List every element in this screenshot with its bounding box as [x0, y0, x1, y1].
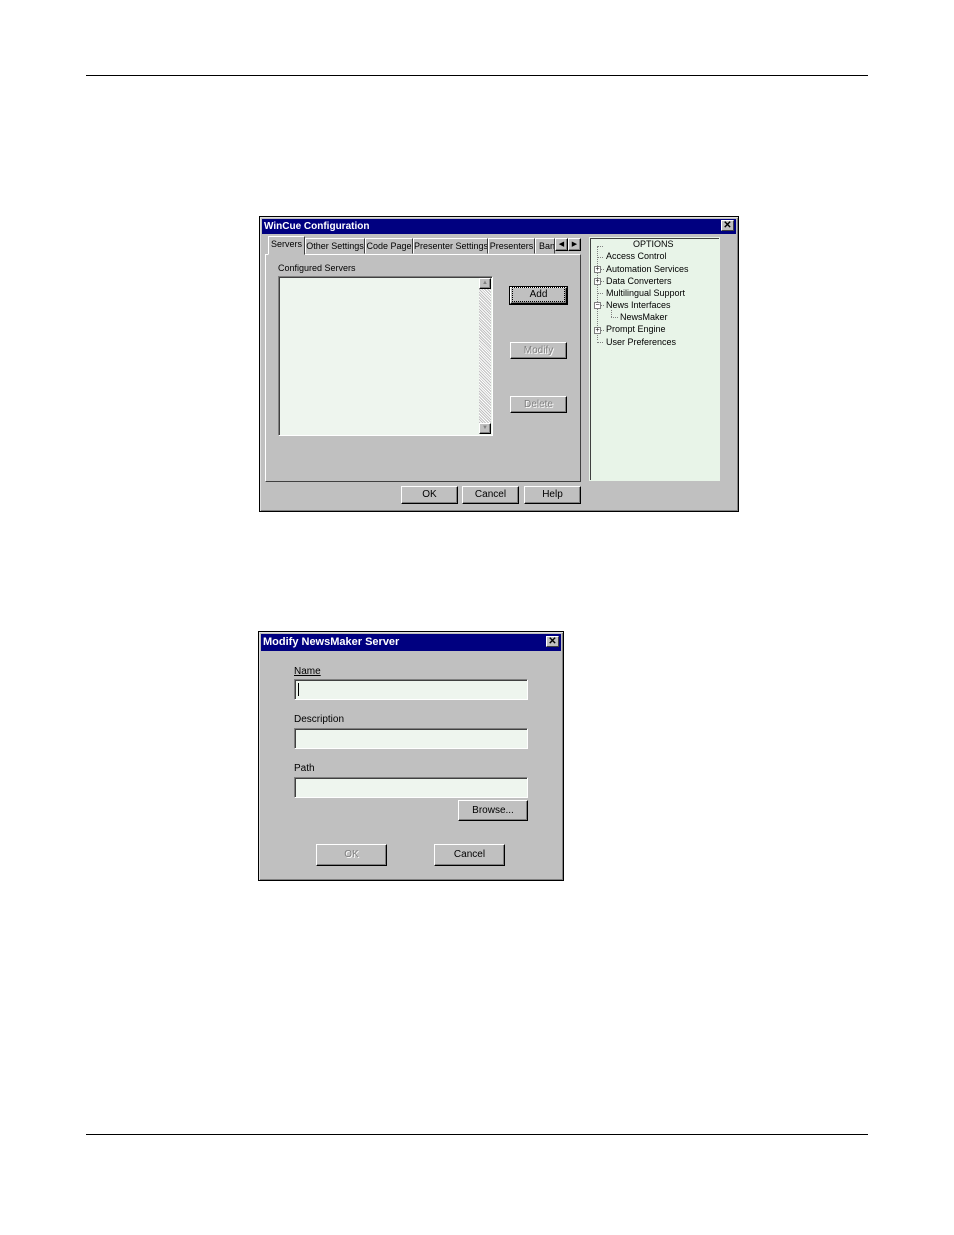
name-field[interactable]	[294, 679, 528, 700]
text-cursor	[298, 683, 299, 696]
cancel-label: Cancel	[474, 489, 507, 500]
configured-servers-label: Configured Servers	[278, 263, 356, 273]
path-field[interactable]	[294, 777, 528, 798]
ok-label: OK	[344, 849, 359, 860]
expand-icon[interactable]: +	[594, 266, 601, 273]
close-icon: ✕	[548, 636, 557, 647]
ok-button[interactable]: OK	[316, 844, 387, 866]
bottom-rule	[86, 1134, 868, 1135]
tree-item-automation-services[interactable]: Automation Services	[606, 264, 689, 274]
close-icon: ✕	[723, 220, 732, 231]
path-label-text: Path	[294, 763, 315, 774]
description-label-text: Description	[294, 714, 345, 725]
expand-icon[interactable]: +	[594, 327, 601, 334]
name-label: Name	[294, 666, 321, 677]
arrow-up-icon: ▲	[482, 280, 488, 286]
tree-connector	[597, 342, 603, 343]
description-label: Description	[294, 714, 344, 725]
cancel-button[interactable]: Cancel	[462, 486, 519, 504]
tree-connector	[601, 330, 604, 331]
description-field[interactable]	[294, 728, 528, 749]
tab-label: Other Settings	[306, 241, 364, 251]
tab-other-settings[interactable]: Other Settings	[305, 238, 365, 254]
tab-label: Presenter Settings	[414, 241, 488, 251]
expand-icon[interactable]: +	[594, 278, 601, 285]
browse-label: Browse...	[472, 805, 514, 816]
tree-item-user-preferences[interactable]: User Preferences	[606, 337, 676, 347]
tab-code-page[interactable]: Code Page	[365, 238, 413, 254]
list-scrollbar[interactable]	[479, 278, 491, 434]
tree-connector	[601, 281, 604, 282]
tree-item-news-interfaces[interactable]: News Interfaces	[606, 300, 671, 310]
close-button[interactable]: ✕	[721, 220, 734, 231]
tree-item-data-converters[interactable]: Data Converters	[606, 276, 672, 286]
arrow-right-icon: ▶	[571, 241, 578, 248]
tab-label: Servers	[270, 239, 302, 249]
delete-label: Delete	[524, 399, 553, 410]
cancel-label: Cancel	[453, 849, 486, 860]
arrow-down-icon: ▼	[482, 425, 488, 431]
scroll-down-button[interactable]: ▼	[479, 423, 491, 434]
title-bar: WinCue Configuration ✕	[262, 219, 736, 234]
tab-banner[interactable]: Ban	[535, 238, 555, 254]
browse-button[interactable]: Browse...	[458, 800, 528, 821]
tab-label: Ban	[539, 241, 555, 251]
name-label-text: Name	[294, 666, 321, 677]
collapse-icon[interactable]: −	[594, 302, 601, 309]
arrow-left-icon: ◀	[558, 241, 565, 248]
add-button[interactable]: Add	[509, 286, 568, 305]
ok-label: OK	[422, 489, 437, 500]
tab-presenter-settings[interactable]: Presenter Settings	[413, 238, 488, 254]
delete-button[interactable]: Delete	[510, 396, 567, 413]
window-title: WinCue Configuration	[264, 221, 370, 232]
close-button[interactable]: ✕	[546, 636, 559, 647]
dialog-title: Modify NewsMaker Server	[263, 636, 400, 648]
add-label: Add	[511, 287, 566, 302]
tab-servers[interactable]: Servers	[268, 236, 305, 255]
tree-item-newsmaker[interactable]: NewsMaker	[620, 312, 668, 322]
cancel-button[interactable]: Cancel	[434, 844, 505, 866]
tree-connector	[611, 317, 618, 318]
modify-button[interactable]: Modify	[510, 342, 567, 359]
title-bar: Modify NewsMaker Server ✕	[261, 634, 561, 651]
top-rule	[86, 75, 868, 76]
tree-item-access-control[interactable]: Access Control	[606, 251, 667, 261]
tab-label: Presenters	[489, 241, 534, 251]
help-button[interactable]: Help	[524, 486, 581, 504]
tree-item-prompt-engine[interactable]: Prompt Engine	[606, 324, 666, 334]
help-label: Help	[542, 489, 563, 500]
tree-connector	[611, 310, 612, 317]
ok-button[interactable]: OK	[401, 486, 458, 504]
tree-connector	[597, 257, 603, 258]
tree-connector	[601, 305, 604, 306]
modify-label: Modify	[523, 345, 554, 356]
options-header: OPTIONS	[633, 239, 674, 249]
tree-connector	[597, 246, 603, 247]
configured-servers-list[interactable]	[278, 276, 493, 436]
tab-scroll-left-button[interactable]: ◀	[555, 238, 568, 251]
tab-label: Code Page	[366, 241, 412, 251]
tab-scroll-right-button[interactable]: ▶	[568, 238, 581, 251]
path-label: Path	[294, 763, 315, 774]
tree-connector	[601, 269, 604, 270]
tab-presenters[interactable]: Presenters	[488, 238, 535, 254]
tree-item-multilingual-support[interactable]: Multilingual Support	[606, 288, 685, 298]
tree-connector	[597, 293, 603, 294]
scroll-up-button[interactable]: ▲	[479, 278, 491, 289]
